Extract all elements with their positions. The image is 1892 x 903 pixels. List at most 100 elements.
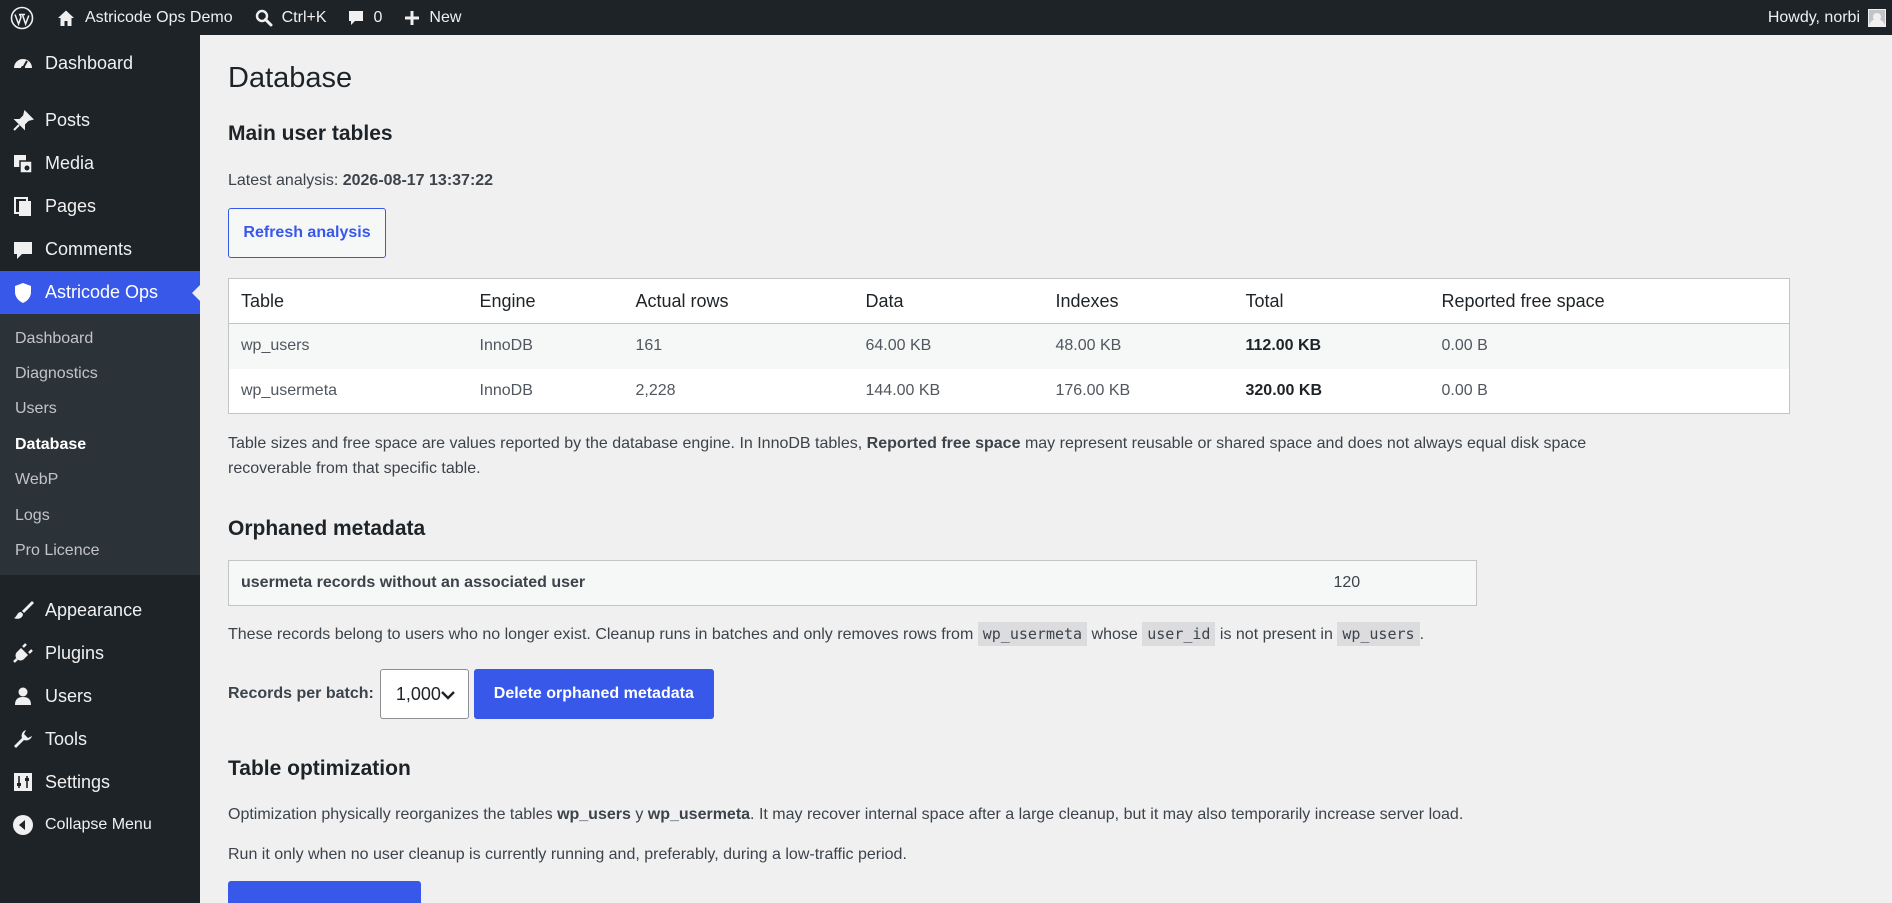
description-text: . It may recover internal space after a … — [750, 806, 1464, 823]
menu-item-label: Dashboard — [45, 53, 134, 73]
submenu-item-diagnostics[interactable]: Diagnostics — [0, 356, 200, 391]
menu-item-settings[interactable]: Settings — [0, 761, 200, 804]
note-text: Table sizes and free space are values re… — [228, 435, 863, 452]
description-text: . — [1419, 626, 1425, 643]
table-row: wp_usermeta InnoDB 2,228 144.00 KB 176.0… — [229, 369, 1790, 414]
batch-size-value: 1,000 — [395, 683, 441, 704]
menu-item-appearance[interactable]: Appearance — [0, 589, 200, 632]
comments-count: 0 — [373, 8, 383, 26]
command-search-button[interactable]: Ctrl+K — [245, 0, 337, 35]
menu-item-label: Astricode Ops — [45, 282, 159, 302]
menu-item-label: Tools — [45, 728, 88, 749]
column-header: Engine — [467, 278, 624, 324]
code-wp-usermeta: wp_usermeta — [977, 622, 1088, 646]
section-heading-orphaned: Orphaned metadata — [228, 517, 426, 540]
section-heading-optimization: Table optimization — [228, 757, 411, 780]
home-icon — [58, 10, 74, 26]
plus-icon — [405, 10, 420, 25]
comment-icon — [348, 10, 363, 25]
pages-icon — [12, 196, 34, 218]
new-label: New — [429, 8, 462, 26]
menu-item-posts[interactable]: Posts — [0, 99, 200, 142]
submenu-item-database[interactable]: Database — [0, 427, 200, 462]
account-menu[interactable]: Howdy, norbi — [1768, 0, 1892, 35]
refresh-analysis-button[interactable]: Refresh analysis — [228, 208, 386, 258]
menu-item-label: Appearance — [45, 599, 143, 620]
column-header: Total — [1233, 278, 1430, 324]
column-header: Actual rows — [623, 278, 854, 324]
site-name-label: Astricode Ops Demo — [85, 8, 233, 26]
table-cell: 0.00 B — [1441, 381, 1488, 399]
table-cell: 64.00 KB — [853, 323, 1044, 369]
description-text: Optimization physically reorganizes the … — [228, 806, 553, 823]
admin-bar: Astricode Ops Demo Ctrl+K 0 New Howdy, n… — [0, 0, 1892, 35]
collapse-menu-button[interactable]: Collapse Menu — [0, 804, 200, 847]
submenu-item-dashboard[interactable]: Dashboard — [0, 321, 200, 356]
pin-icon — [12, 109, 34, 132]
tables-size-table: Table Engine Actual rows Data Indexes To… — [228, 278, 1790, 414]
menu-item-plugins[interactable]: Plugins — [0, 632, 200, 675]
submenu-item-users[interactable]: Users — [0, 392, 200, 427]
comment-icon — [12, 239, 34, 261]
menu-item-astricode-ops[interactable]: Astricode Ops — [0, 271, 200, 314]
table-row: usermeta records without an associated u… — [229, 561, 1477, 606]
latest-analysis: Latest analysis: 2026-08-17 13:37:22 — [228, 168, 493, 193]
table-cell: 161 — [623, 323, 854, 369]
comments-link[interactable]: 0 — [337, 0, 395, 35]
description-text: These records belong to users who no lon… — [228, 626, 974, 643]
menu-item-label: Plugins — [45, 642, 105, 663]
wrench-icon — [12, 728, 34, 750]
table-cell: 48.00 KB — [1043, 323, 1234, 369]
menu-item-label: Users — [45, 685, 93, 706]
menu-item-label: Comments — [45, 239, 133, 259]
submenu-item-pro-licence[interactable]: Pro Licence — [0, 533, 200, 568]
brush-icon — [12, 599, 34, 621]
shield-icon — [12, 282, 34, 304]
menu-item-users[interactable]: Users — [0, 675, 200, 718]
table-cell: 144.00 KB — [865, 381, 941, 399]
note-bold-text: Reported free space — [866, 435, 1021, 452]
submenu-item-logs[interactable]: Logs — [0, 498, 200, 533]
menu-item-label: Settings — [45, 771, 111, 792]
table-cell: wp_usermeta — [241, 381, 338, 399]
menu-item-media[interactable]: Media — [0, 142, 200, 185]
note-text: may represent reusable or shared space a… — [1024, 435, 1587, 452]
submenu-item-webp[interactable]: WebP — [0, 463, 200, 498]
site-name-link[interactable]: Astricode Ops Demo — [44, 0, 245, 35]
plug-icon — [12, 642, 34, 664]
page-title: Database — [228, 62, 353, 94]
menu-item-label: Collapse Menu — [45, 816, 152, 834]
column-header: Reported free space — [1429, 278, 1790, 324]
menu-item-comments[interactable]: Comments — [0, 228, 200, 271]
table-cell: InnoDB — [467, 323, 624, 369]
table-cell: wp_users — [228, 323, 468, 369]
description-text: y — [635, 806, 644, 823]
optimization-warning: Run it only when no user cleanup is curr… — [228, 846, 907, 863]
dashboard-icon — [12, 53, 34, 75]
optimize-tables-button[interactable] — [228, 881, 421, 903]
section-heading-main-tables: Main user tables — [228, 122, 393, 145]
batch-size-select[interactable]: 1,000 — [379, 669, 469, 719]
search-shortcut-label: Ctrl+K — [281, 8, 327, 26]
code-wp-users: wp_users — [1337, 622, 1420, 646]
menu-item-dashboard[interactable]: Dashboard — [0, 42, 200, 85]
wordpress-logo-icon[interactable] — [0, 0, 44, 35]
table-size-note: Table sizes and free space are values re… — [228, 431, 1608, 481]
menu-item-label: Media — [45, 153, 95, 173]
column-header: Data — [853, 278, 1044, 324]
description-text: whose — [1091, 626, 1138, 643]
menu-item-tools[interactable]: Tools — [0, 718, 200, 761]
admin-sidebar: Dashboard Posts Media Pages Comments Ast… — [0, 35, 200, 903]
table-cell: 112.00 KB — [1233, 323, 1430, 369]
latest-analysis-label: Latest analysis: — [228, 172, 339, 189]
delete-orphaned-metadata-button[interactable]: Delete orphaned metadata — [473, 669, 714, 719]
table-cell: InnoDB — [479, 381, 533, 399]
table-cell: 320.00 KB — [1245, 381, 1323, 399]
menu-item-pages[interactable]: Pages — [0, 185, 200, 228]
media-icon — [12, 153, 34, 175]
latest-analysis-value: 2026-08-17 13:37:22 — [342, 172, 494, 189]
menu-item-label: Pages — [45, 196, 97, 216]
menu-item-label: Posts — [45, 110, 91, 130]
new-content-button[interactable]: New — [394, 0, 471, 35]
table-row: wp_users InnoDB 161 64.00 KB 48.00 KB 11… — [228, 323, 1790, 369]
